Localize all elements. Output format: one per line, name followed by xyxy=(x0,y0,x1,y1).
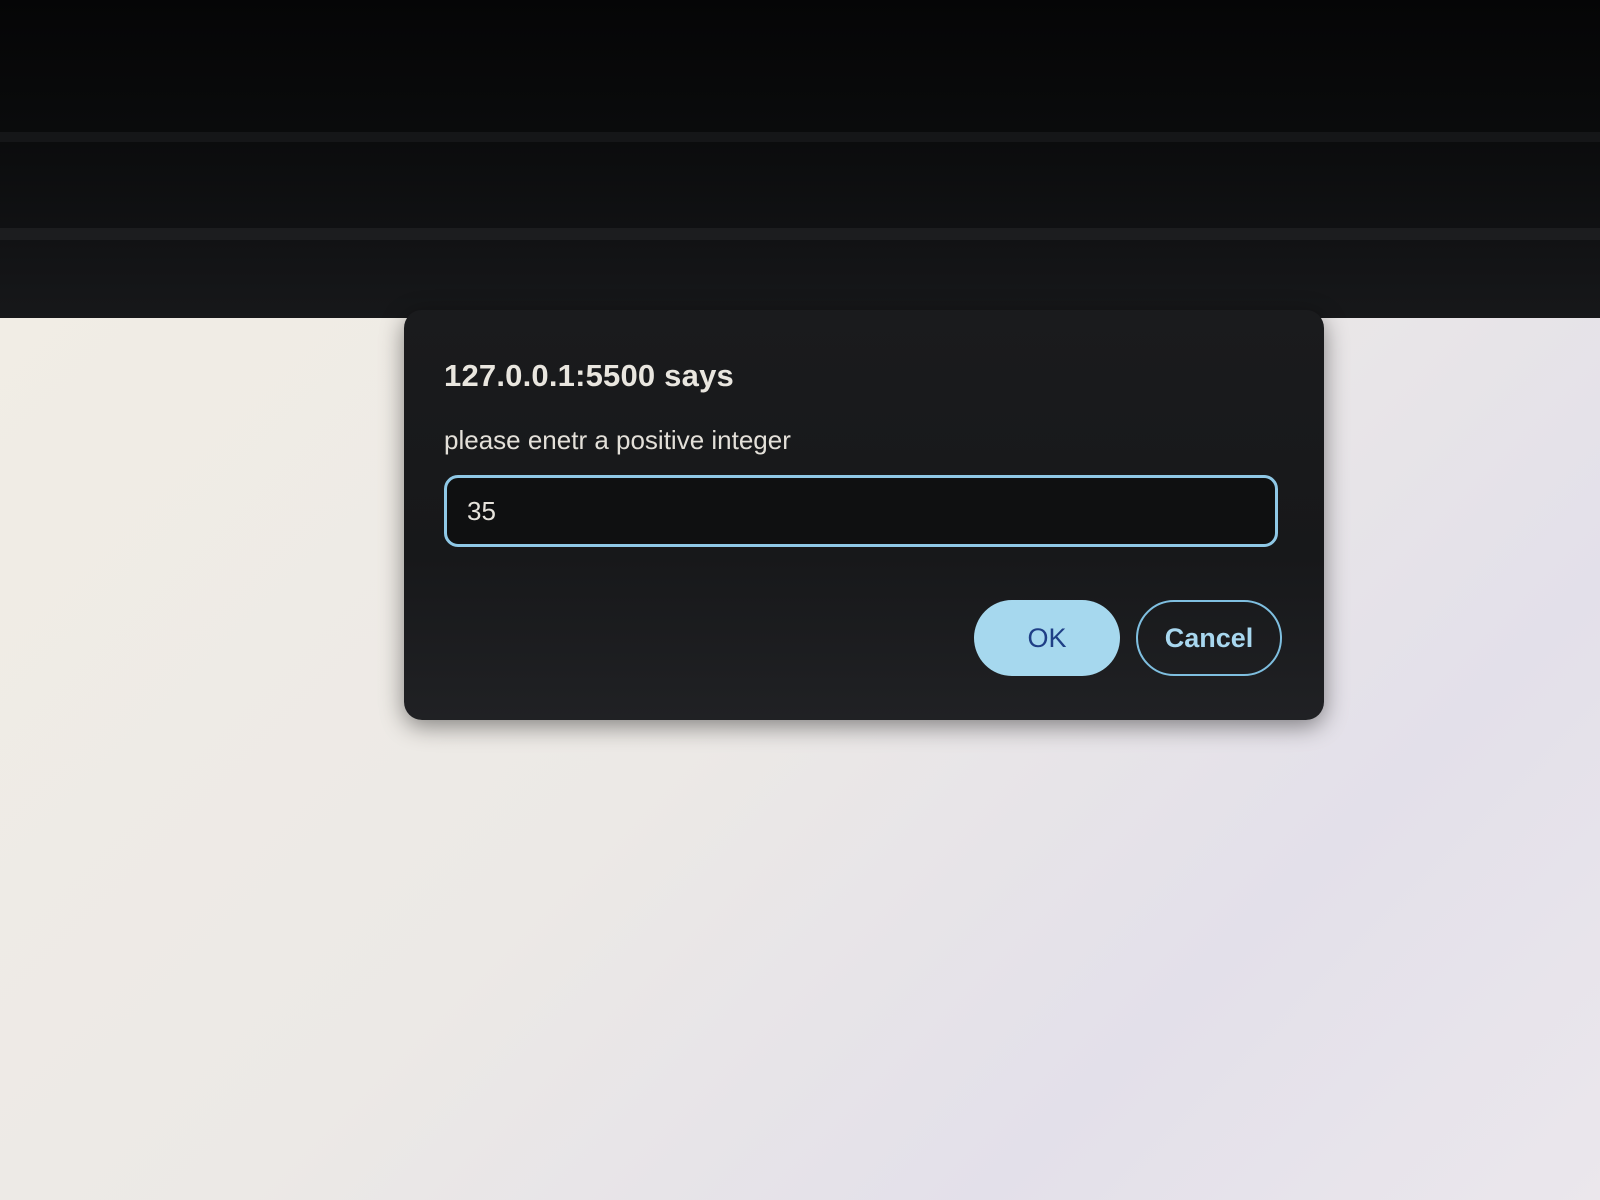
tab-strip-divider xyxy=(0,132,1600,142)
screen: 127.0.0.1:5500 says please enetr a posit… xyxy=(0,0,1600,1200)
cancel-button[interactable]: Cancel xyxy=(1136,600,1282,676)
dialog-message: please enetr a positive integer xyxy=(444,425,791,455)
ok-button[interactable]: OK xyxy=(974,600,1120,676)
browser-chrome xyxy=(0,0,1600,320)
prompt-dialog: 127.0.0.1:5500 says please enetr a posit… xyxy=(404,310,1324,720)
toolbar-divider xyxy=(0,228,1600,240)
prompt-input[interactable] xyxy=(444,475,1278,547)
dialog-title: 127.0.0.1:5500 says xyxy=(444,358,734,393)
